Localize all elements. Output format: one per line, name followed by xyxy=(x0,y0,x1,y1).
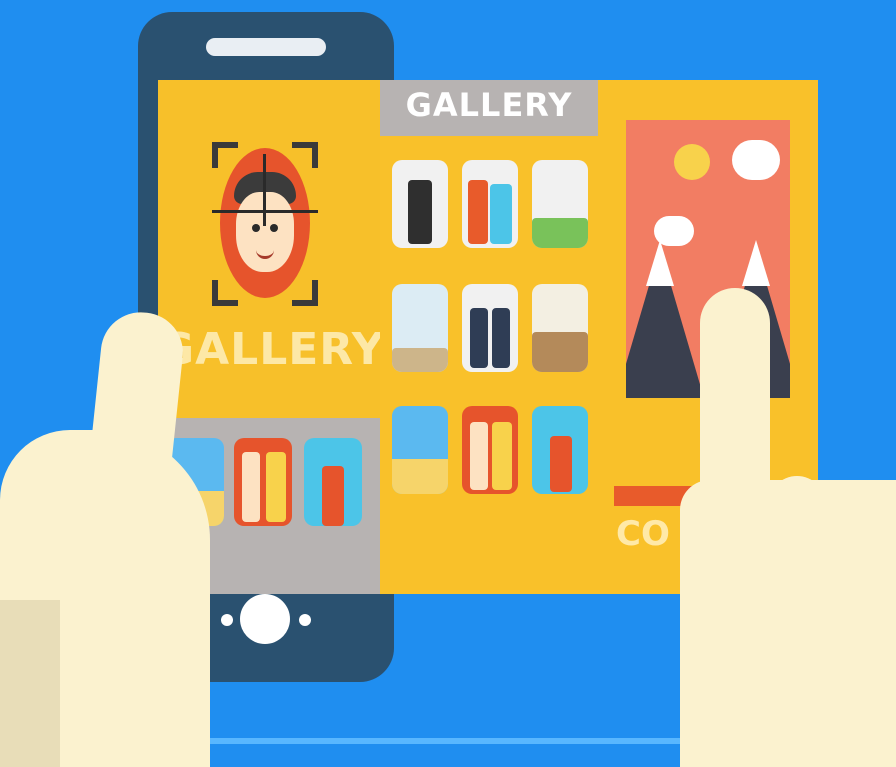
figure-parent xyxy=(468,180,488,244)
figure-man-2 xyxy=(470,422,488,490)
thumbnail-couple-2[interactable] xyxy=(462,406,518,494)
forest-ground xyxy=(532,218,588,248)
illustration-stage: GALLERY GALLERY CO xyxy=(0,0,896,767)
figure-group-a xyxy=(470,308,488,368)
thumbnail-couple[interactable] xyxy=(234,438,292,526)
thumbnail-forest[interactable] xyxy=(532,160,588,248)
panel-caption-text: CO xyxy=(616,514,670,554)
sun-shape xyxy=(674,144,710,180)
right-hand-index-finger xyxy=(700,288,770,588)
figure-group-b xyxy=(492,308,510,368)
scan-corner-bottom-left xyxy=(212,280,238,306)
scan-corner-top-right xyxy=(292,142,318,168)
figure-suit xyxy=(408,180,432,244)
phone-dot-left xyxy=(221,614,233,626)
thumbnail-family[interactable] xyxy=(462,160,518,248)
right-hand-finger-1 xyxy=(768,476,826,626)
scan-corner-bottom-right xyxy=(292,280,318,306)
figure-woman xyxy=(266,452,286,522)
thumbnail-tree[interactable] xyxy=(392,284,448,372)
gallery-grid-title: GALLERY xyxy=(405,86,573,124)
thumbnail-girl-2[interactable] xyxy=(532,406,588,494)
scan-line-vertical xyxy=(263,154,266,226)
thumbnail-beach-2[interactable] xyxy=(392,406,448,494)
left-hand-shade xyxy=(0,600,60,767)
face-eye-left xyxy=(252,224,260,232)
cloud-shape xyxy=(732,140,780,180)
snow-cap-left xyxy=(646,240,674,286)
figure-girl-2 xyxy=(550,436,572,492)
phone-dot-right xyxy=(299,614,311,626)
thumbnail-girl[interactable] xyxy=(304,438,362,526)
scan-corner-top-left xyxy=(212,142,238,168)
hills-shape xyxy=(532,332,588,372)
thumbnail-hills[interactable] xyxy=(532,284,588,372)
right-hand-finger-3 xyxy=(866,526,896,676)
face-scan-icon xyxy=(212,142,318,306)
figure-child xyxy=(490,184,512,244)
thumbnail-person-suit[interactable] xyxy=(392,160,448,248)
figure-man xyxy=(242,452,260,522)
snow-cap-right xyxy=(742,240,770,286)
home-button[interactable] xyxy=(240,594,290,644)
gallery-grid-header: GALLERY xyxy=(380,80,598,136)
figure-woman-2 xyxy=(492,422,512,490)
thumbnail-group[interactable] xyxy=(462,284,518,372)
tree-ground xyxy=(392,348,448,372)
gallery-title: GALLERY xyxy=(158,324,385,375)
face-eye-right xyxy=(270,224,278,232)
phone-speaker xyxy=(206,38,326,56)
figure-girl xyxy=(322,466,344,526)
gallery-grid-panel: GALLERY xyxy=(380,80,598,594)
